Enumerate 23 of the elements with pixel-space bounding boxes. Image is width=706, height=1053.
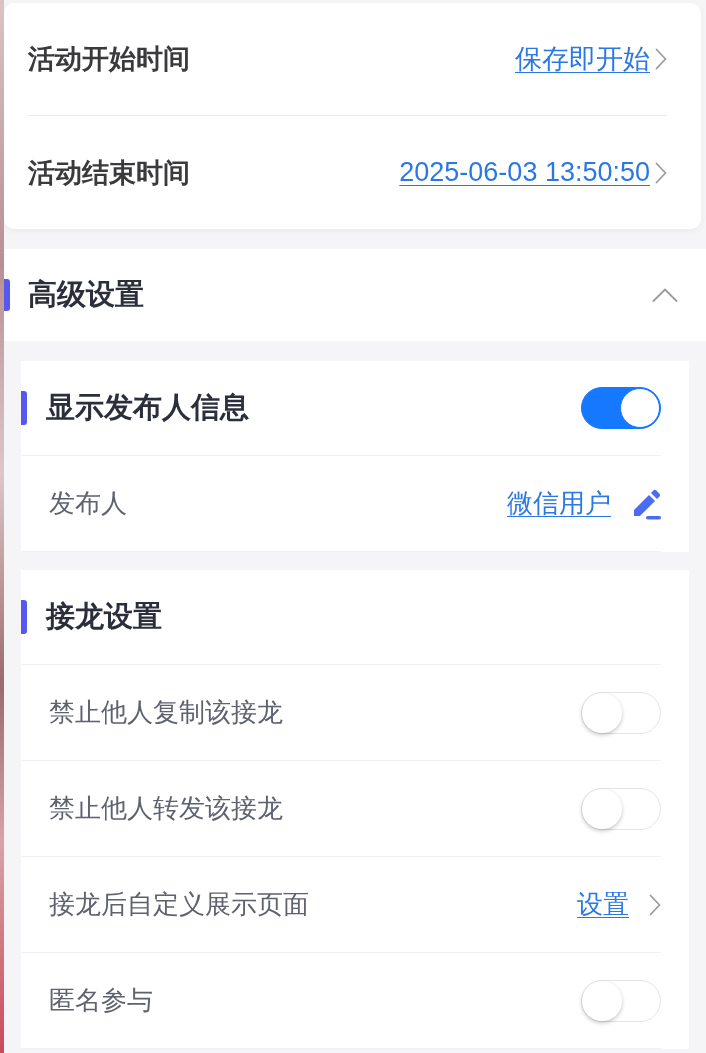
time-value-link[interactable]: 保存即开始: [515, 41, 650, 77]
publisher-link[interactable]: 微信用户: [507, 486, 611, 521]
chevron-right-icon: [649, 893, 661, 916]
setting-label: 禁止他人转发该接龙: [49, 792, 283, 825]
accent-bar: [4, 279, 10, 311]
group-title: 显示发布人信息: [46, 390, 250, 425]
chevron-right-icon: [655, 161, 667, 184]
setting-label: 匿名参与: [49, 984, 153, 1017]
chevron-right-icon: [655, 48, 667, 70]
accent-bar: [21, 600, 27, 634]
time-label: 活动结束时间: [28, 156, 190, 190]
group-title: 接龙设置: [46, 599, 163, 634]
setting-label: 发布人: [49, 487, 127, 520]
time-value-link[interactable]: 2025-06-03 13:50:50: [399, 157, 650, 188]
accent-bar: [21, 391, 27, 425]
chevron-up-icon[interactable]: [652, 287, 678, 303]
toggle-switch[interactable]: [581, 387, 661, 429]
section-title: 高级设置: [28, 277, 145, 312]
settings-link[interactable]: 设置: [577, 887, 629, 922]
setting-label: 禁止他人复制该接龙: [49, 696, 283, 729]
setting-label: 接龙后自定义展示页面: [49, 888, 309, 921]
time-label: 活动开始时间: [28, 43, 190, 76]
edit-pencil-icon[interactable]: [631, 487, 661, 520]
